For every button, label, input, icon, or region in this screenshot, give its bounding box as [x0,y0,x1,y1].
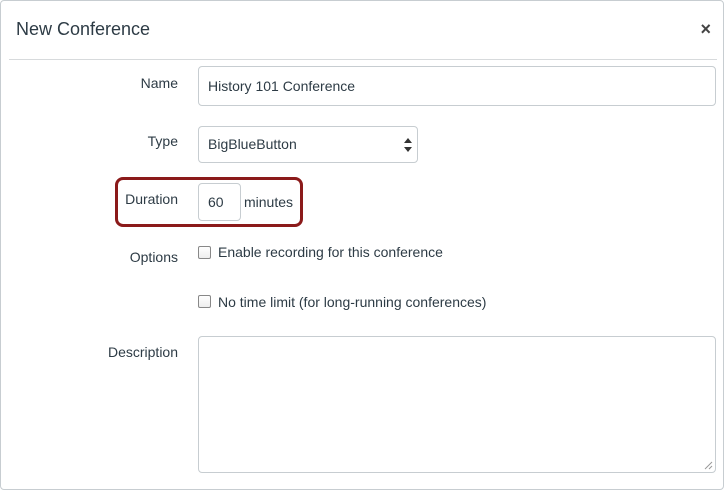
select-arrows-icon [404,138,412,152]
name-input[interactable]: History 101 Conference [198,66,716,106]
name-label: Name [140,75,178,91]
resize-handle-icon[interactable] [703,460,713,470]
duration-input[interactable]: 60 [198,183,241,221]
dialog-title: New Conference [16,19,151,39]
duration-unit: minutes [244,194,294,210]
type-select-value: BigBlueButton [208,136,297,152]
options-label: Options [129,249,178,265]
description-label: Description [107,344,178,360]
no-time-limit-option-label: No time limit (for long-running conferen… [218,294,487,310]
new-conference-dialog: New Conference × Name History 101 Confer… [0,0,724,490]
close-icon[interactable]: × [700,19,711,39]
recording-option-label: Enable recording for this conference [218,244,443,260]
no-time-limit-checkbox[interactable] [198,295,211,308]
dialog-header: New Conference × [9,1,717,60]
recording-checkbox[interactable] [198,246,211,259]
type-select[interactable]: BigBlueButton [198,126,418,163]
type-label: Type [147,133,178,149]
description-textarea[interactable] [198,336,716,473]
duration-label: Duration [125,191,178,207]
